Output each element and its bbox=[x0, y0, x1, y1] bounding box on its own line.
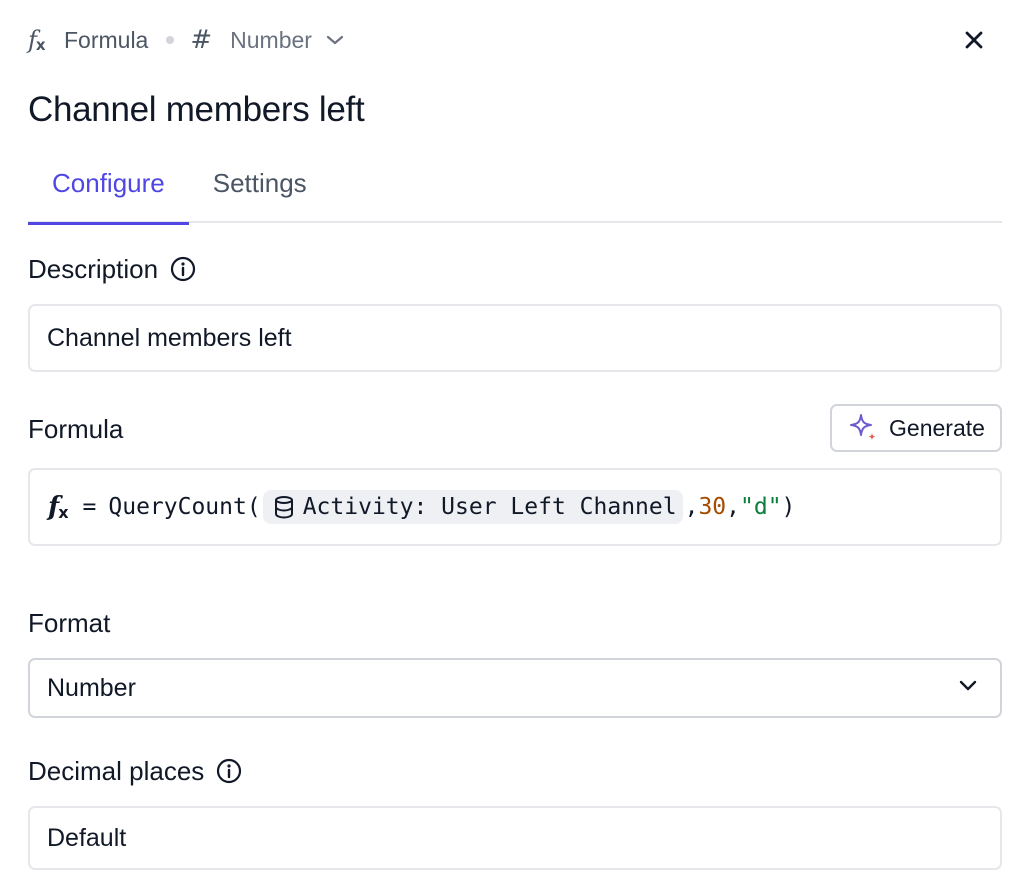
generate-button[interactable]: Generate bbox=[830, 404, 1002, 452]
close-button[interactable] bbox=[960, 26, 988, 54]
separator-dot bbox=[166, 36, 175, 44]
generate-label: Generate bbox=[889, 414, 985, 441]
description-value: Channel members left bbox=[47, 323, 292, 352]
decimal-places-value: Default bbox=[47, 823, 127, 852]
sparkle-icon bbox=[850, 414, 876, 441]
formula-close-paren: ) bbox=[781, 494, 796, 520]
hash-icon: # bbox=[190, 25, 213, 55]
field-format-label[interactable]: Number bbox=[230, 27, 312, 54]
database-icon bbox=[273, 495, 295, 519]
decimal-places-label-row: Decimal places bbox=[28, 754, 1002, 788]
chevron-down-icon[interactable] bbox=[326, 34, 344, 46]
formula-editor[interactable]: fx = QueryCount( Activity: User Left Cha… bbox=[28, 468, 1002, 546]
source-chip-label: Activity: User Left Channel bbox=[302, 494, 677, 520]
field-type-label: Formula bbox=[64, 26, 149, 53]
tab-settings[interactable]: Settings bbox=[189, 160, 331, 223]
panel-header: fx Formula # Number bbox=[28, 22, 1002, 58]
formula-label: Formula bbox=[28, 413, 124, 444]
formula-comma: , bbox=[684, 494, 699, 520]
formula-number-arg: 30 bbox=[698, 494, 727, 520]
formula-equals: = bbox=[82, 494, 97, 520]
info-icon[interactable] bbox=[170, 256, 196, 282]
description-label-row: Description bbox=[28, 252, 1002, 286]
formula-function: QueryCount( bbox=[108, 494, 261, 520]
format-select[interactable]: Number bbox=[28, 658, 1002, 718]
format-selected-value: Number bbox=[47, 673, 136, 702]
decimal-places-input[interactable]: Default bbox=[28, 806, 1002, 870]
info-icon[interactable] bbox=[216, 758, 242, 784]
format-label: Format bbox=[28, 607, 111, 638]
description-input[interactable]: Channel members left bbox=[28, 304, 1002, 372]
formula-string-arg: "d" bbox=[740, 494, 782, 520]
page-title: Channel members left bbox=[28, 90, 365, 129]
formula-comma: , bbox=[726, 494, 740, 520]
fx-icon: fx bbox=[48, 492, 69, 522]
chevron-down-icon bbox=[958, 678, 978, 692]
formula-icon: fx bbox=[28, 25, 46, 54]
description-label: Description bbox=[28, 253, 159, 284]
tab-bar: Configure Settings bbox=[28, 160, 1002, 225]
tab-configure[interactable]: Configure bbox=[28, 160, 189, 225]
decimal-places-label: Decimal places bbox=[28, 755, 205, 786]
source-chip[interactable]: Activity: User Left Channel bbox=[262, 490, 683, 524]
close-icon[interactable] bbox=[964, 30, 984, 50]
format-label-row: Format bbox=[28, 606, 1002, 640]
